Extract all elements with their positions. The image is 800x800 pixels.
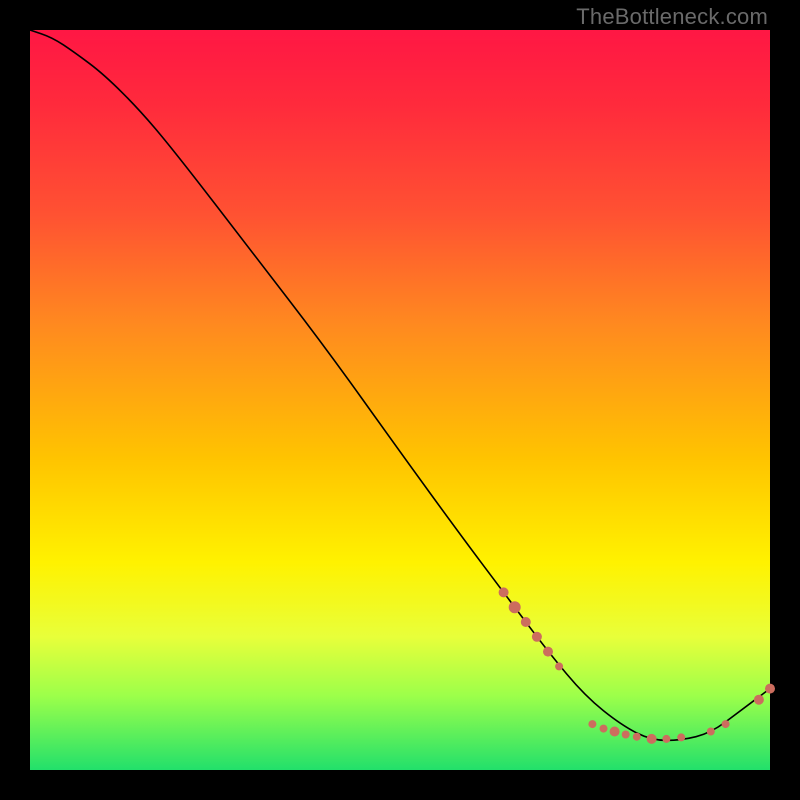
marker-cluster-b xyxy=(647,734,657,744)
marker-cluster-b xyxy=(662,735,670,743)
marker-cluster-c xyxy=(722,720,730,728)
chart-frame: TheBottleneck.com xyxy=(0,0,800,800)
marker-cluster-b xyxy=(622,731,630,739)
marker-cluster-a xyxy=(543,647,553,657)
marker-cluster-a xyxy=(509,601,521,613)
marker-cluster-b xyxy=(677,733,685,741)
marker-cluster-c xyxy=(754,695,764,705)
marker-cluster-a xyxy=(499,587,509,597)
marker-group xyxy=(499,587,775,744)
marker-cluster-a xyxy=(521,617,531,627)
curve-svg xyxy=(30,30,770,770)
marker-cluster-b xyxy=(610,727,620,737)
marker-cluster-b xyxy=(588,720,596,728)
marker-cluster-a xyxy=(532,632,542,642)
marker-cluster-a xyxy=(555,662,563,670)
marker-cluster-b xyxy=(600,725,608,733)
bottleneck-curve xyxy=(30,30,770,740)
marker-cluster-c xyxy=(765,684,775,694)
watermark-label: TheBottleneck.com xyxy=(576,4,768,30)
marker-cluster-b xyxy=(633,733,641,741)
plot-area xyxy=(30,30,770,770)
marker-cluster-c xyxy=(707,728,715,736)
